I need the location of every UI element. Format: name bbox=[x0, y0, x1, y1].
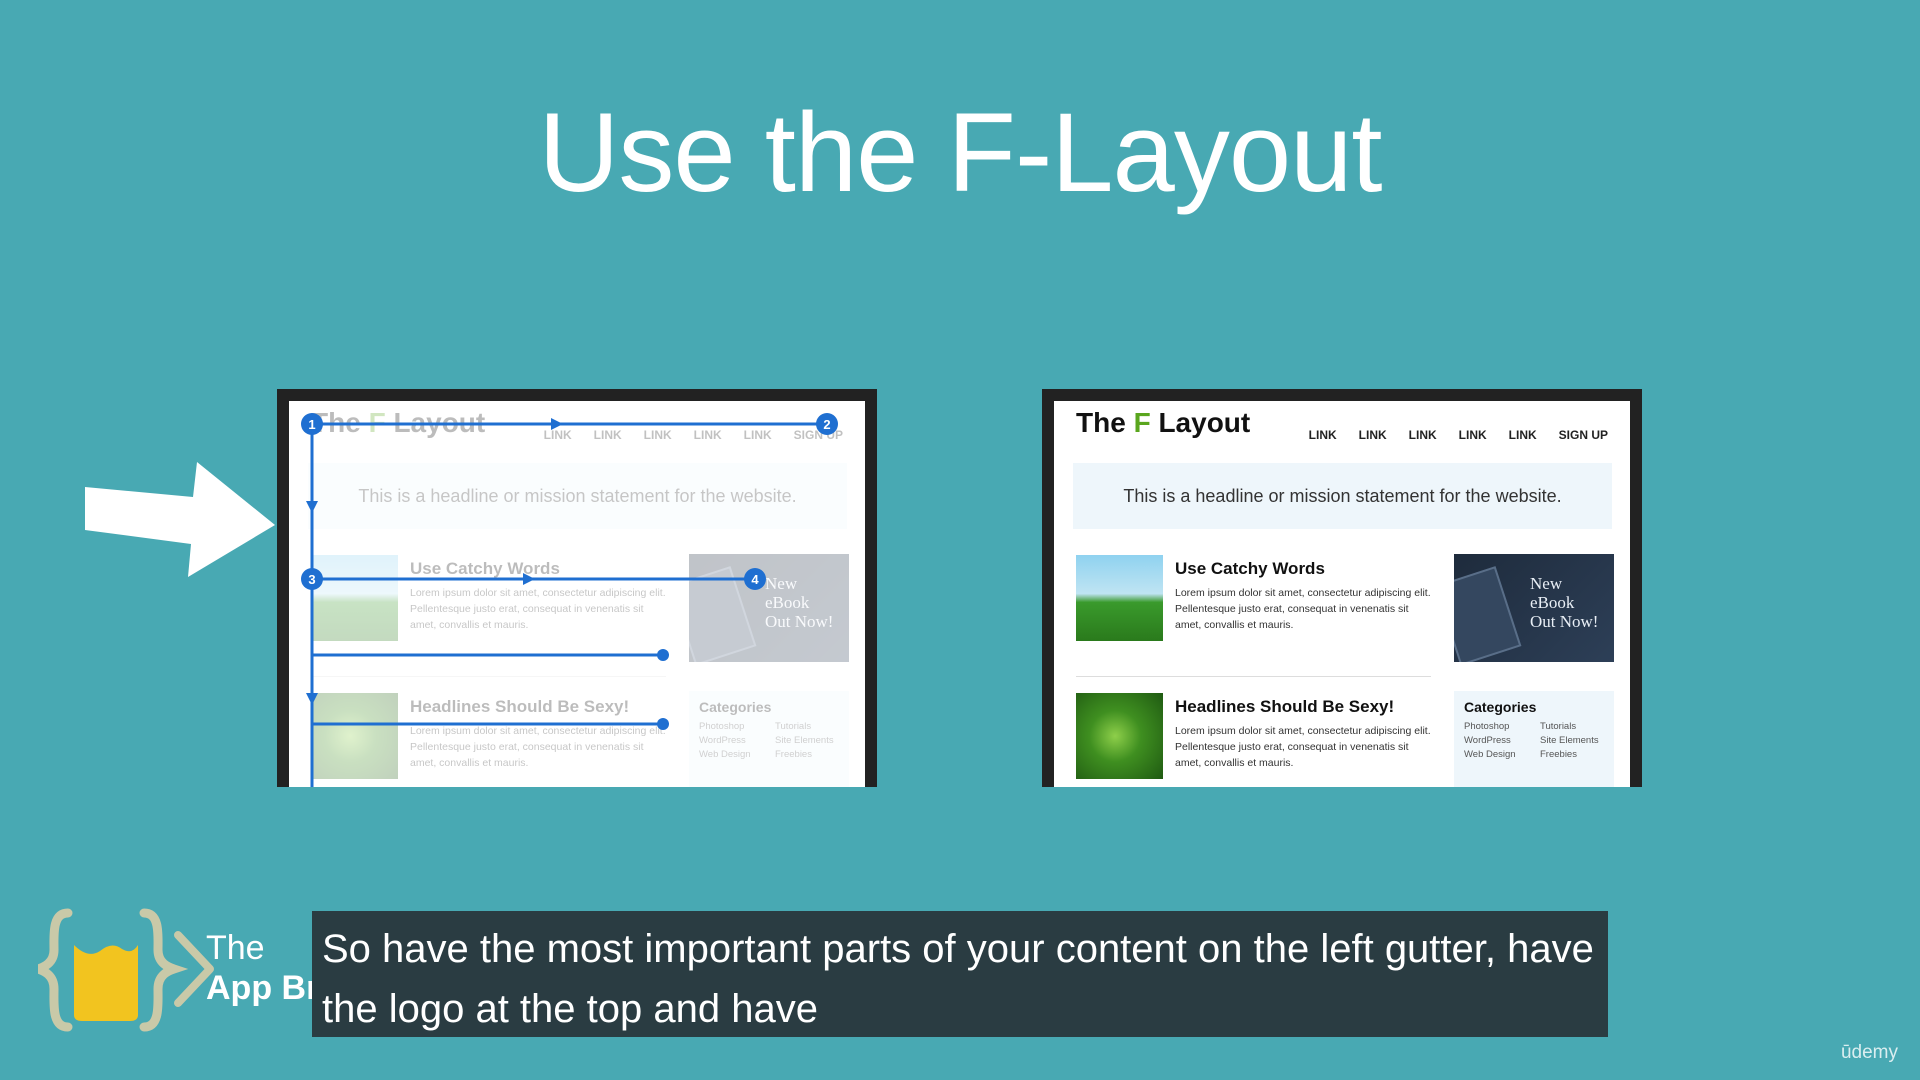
mockup-logo: The F Layout bbox=[1076, 407, 1251, 438]
post-thumbnail-image bbox=[1076, 693, 1163, 779]
nav-signup: SIGN UP bbox=[1558, 428, 1608, 442]
post-title: Use Catchy Words bbox=[1175, 559, 1325, 578]
f-pattern-mockup-frame: The F Layout LINK LINK LINK LINK LINK SI… bbox=[277, 389, 877, 787]
eye-path-overlay: 1 2 3 4 bbox=[301, 413, 838, 787]
eye-path-marker: 1 bbox=[308, 417, 315, 432]
eye-path-marker: 4 bbox=[751, 572, 759, 587]
post-body: Lorem ipsum dolor sit amet, consectetur … bbox=[1175, 725, 1431, 769]
f-layout-mockup-frame: The F Layout LINK LINK LINK LINK LINK SI… bbox=[1042, 389, 1642, 787]
book-icon bbox=[1454, 566, 1522, 662]
subtitle-caption: So have the most important parts of your… bbox=[312, 911, 1608, 1037]
post-title: Headlines Should Be Sexy! bbox=[1175, 697, 1395, 716]
post-body: Lorem ipsum dolor sit amet, consectetur … bbox=[1175, 587, 1431, 631]
nav-link: LINK bbox=[1408, 428, 1437, 442]
eye-path-marker: 3 bbox=[308, 572, 315, 587]
pointer-arrow-icon bbox=[85, 462, 275, 577]
udemy-watermark: ūdemy bbox=[1840, 1042, 1898, 1063]
nav-link: LINK bbox=[1508, 428, 1537, 442]
mission-statement: This is a headline or mission statement … bbox=[1073, 463, 1612, 529]
f-pattern-mockup-page: The F Layout LINK LINK LINK LINK LINK SI… bbox=[289, 401, 865, 787]
eye-path-marker: 2 bbox=[823, 417, 830, 432]
divider bbox=[1076, 676, 1431, 677]
app-brewery-logo-icon bbox=[38, 908, 214, 1032]
post-thumbnail-image bbox=[1076, 555, 1163, 641]
mockup-nav: LINK LINK LINK LINK LINK SIGN UP bbox=[1309, 428, 1608, 442]
ebook-banner: New eBook Out Now! bbox=[1454, 554, 1614, 662]
categories-box: Categories Photoshop Tutorials WordPress… bbox=[1454, 691, 1614, 787]
nav-link: LINK bbox=[1358, 428, 1387, 442]
f-layout-mockup-page: The F Layout LINK LINK LINK LINK LINK SI… bbox=[1054, 401, 1630, 787]
nav-link: LINK bbox=[1308, 428, 1337, 442]
slide-title: Use the F-Layout bbox=[538, 90, 1382, 215]
nav-link: LINK bbox=[1458, 428, 1487, 442]
